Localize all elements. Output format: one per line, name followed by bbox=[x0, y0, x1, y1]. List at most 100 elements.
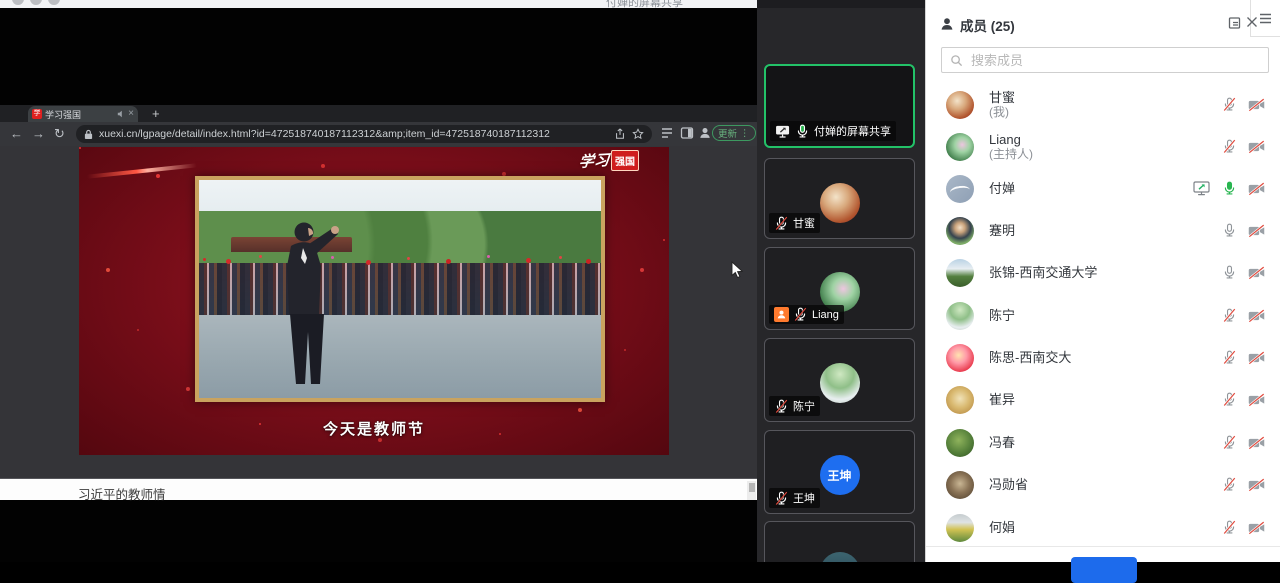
video-tile[interactable]: 陈宁 bbox=[764, 338, 915, 422]
camera-off-icon[interactable] bbox=[1248, 478, 1265, 492]
camera-off-icon[interactable] bbox=[1248, 309, 1265, 323]
side-panel-icon[interactable] bbox=[680, 126, 694, 140]
camera-off-icon[interactable] bbox=[1248, 266, 1265, 280]
mic-icon[interactable] bbox=[1222, 520, 1237, 535]
xuexi-logo: 学习 强国 bbox=[579, 150, 639, 171]
members-panel: 成员 (25) 甘蜜 (我) Liang (主持人) bbox=[925, 0, 1280, 562]
reload-button[interactable]: ↻ bbox=[54, 126, 65, 142]
menu-dots-icon[interactable]: ⋮ bbox=[740, 128, 750, 139]
mic-icon bbox=[795, 124, 810, 139]
member-row[interactable]: 陈思-西南交大 bbox=[926, 336, 1280, 379]
window-minimize-button[interactable] bbox=[30, 0, 42, 5]
mic-icon[interactable] bbox=[1222, 139, 1237, 154]
member-row[interactable]: Liang (主持人) bbox=[926, 125, 1280, 168]
member-row[interactable]: 张锦-西南交通大学 bbox=[926, 251, 1280, 294]
video-player[interactable]: 学习 强国 bbox=[79, 147, 669, 455]
mic-icon[interactable] bbox=[1222, 181, 1237, 196]
forward-button[interactable]: → bbox=[32, 126, 45, 142]
new-tab-button[interactable]: + bbox=[152, 106, 160, 121]
member-row[interactable]: 陈宁 bbox=[926, 294, 1280, 337]
member-row[interactable]: 蹇明 bbox=[926, 209, 1280, 252]
member-row[interactable]: 何娟 bbox=[926, 506, 1280, 549]
mic-icon bbox=[774, 216, 789, 231]
member-name: 付婵 bbox=[989, 181, 1193, 196]
member-avatar bbox=[946, 386, 974, 414]
panel-header: 成员 (25) bbox=[926, 10, 1252, 38]
member-name: 冯春 bbox=[989, 435, 1222, 450]
sparkle-effects bbox=[79, 147, 81, 149]
window-close-button[interactable] bbox=[12, 0, 24, 5]
back-button[interactable]: ← bbox=[10, 126, 23, 142]
browser-tab[interactable]: 学 学习强国 × bbox=[28, 106, 138, 122]
mic-icon[interactable] bbox=[1222, 97, 1237, 112]
video-tile[interactable]: 王坤 王坤 bbox=[764, 430, 915, 514]
article-title: 习近平的教师情 bbox=[78, 484, 166, 503]
shared-screen-view[interactable]: 学 学习强国 × + ← → ↻ xuexi.cn/lgpage/detail/… bbox=[0, 8, 757, 562]
video-tile[interactable]: 甘蜜 bbox=[764, 158, 915, 239]
member-avatar bbox=[946, 302, 974, 330]
mic-icon[interactable] bbox=[1222, 392, 1237, 407]
tile-name: 陈宁 bbox=[793, 398, 815, 414]
window-maximize-button[interactable] bbox=[48, 0, 60, 5]
tile-avatar: 王坤 bbox=[820, 455, 860, 495]
mic-icon[interactable] bbox=[1222, 265, 1237, 280]
member-row[interactable]: 付婵 bbox=[926, 167, 1280, 210]
camera-off-icon[interactable] bbox=[1248, 140, 1265, 154]
member-role: (我) bbox=[989, 105, 1222, 119]
mic-icon[interactable] bbox=[1222, 477, 1237, 492]
tab-audio-icon[interactable] bbox=[117, 110, 125, 118]
mic-icon[interactable] bbox=[1222, 308, 1237, 323]
popout-panel-icon[interactable] bbox=[1228, 16, 1242, 30]
page-scrollbar[interactable] bbox=[747, 481, 756, 500]
video-tile[interactable] bbox=[764, 521, 915, 562]
camera-off-icon[interactable] bbox=[1248, 351, 1265, 365]
camera-off-icon[interactable] bbox=[1248, 521, 1265, 535]
browser-window: 学 学习强国 × + ← → ↻ xuexi.cn/lgpage/detail/… bbox=[0, 105, 757, 500]
tile-label: 陈宁 bbox=[769, 396, 820, 416]
tab-title: 学习强国 bbox=[45, 108, 114, 121]
reading-list-icon[interactable] bbox=[660, 126, 674, 140]
tab-close-icon[interactable]: × bbox=[128, 109, 134, 119]
member-row[interactable]: 甘蜜 (我) bbox=[926, 83, 1280, 126]
member-search-box[interactable] bbox=[941, 47, 1269, 73]
camera-off-icon[interactable] bbox=[1248, 182, 1265, 196]
mic-icon[interactable] bbox=[1222, 223, 1237, 238]
hamburger-menu-icon[interactable] bbox=[1259, 13, 1272, 24]
member-avatar bbox=[946, 175, 974, 203]
member-avatar bbox=[946, 259, 974, 287]
search-input[interactable] bbox=[969, 52, 1260, 69]
profile-avatar-icon[interactable] bbox=[698, 126, 712, 145]
meeting-topbar: 付婵的屏幕共享 bbox=[0, 0, 757, 8]
close-panel-icon[interactable] bbox=[1246, 16, 1258, 28]
camera-off-icon[interactable] bbox=[1248, 224, 1265, 238]
member-row[interactable]: 冯春 bbox=[926, 421, 1280, 464]
mic-icon bbox=[774, 491, 789, 506]
address-bar[interactable]: xuexi.cn/lgpage/detail/index.html?id=472… bbox=[76, 125, 652, 143]
tile-label: 王坤 bbox=[769, 488, 820, 508]
camera-off-icon[interactable] bbox=[1248, 436, 1265, 450]
bookmark-star-icon[interactable] bbox=[632, 128, 644, 140]
member-row[interactable]: 冯勋省 bbox=[926, 463, 1280, 506]
update-label: 更新 bbox=[718, 126, 737, 140]
tile-avatar bbox=[820, 183, 860, 223]
member-name: 崔异 bbox=[989, 392, 1222, 407]
member-row[interactable]: 崔异 bbox=[926, 378, 1280, 421]
chrome-update-button[interactable]: 更新 ⋮ bbox=[712, 125, 756, 141]
member-avatar bbox=[946, 344, 974, 372]
screen-sharing-icon bbox=[775, 125, 791, 138]
site-favicon: 学 bbox=[32, 109, 42, 119]
video-caption: 今天是教师节 bbox=[79, 418, 669, 439]
camera-off-icon[interactable] bbox=[1248, 393, 1265, 407]
video-tile[interactable]: Liang bbox=[764, 247, 915, 330]
member-name: 陈宁 bbox=[989, 308, 1222, 323]
video-thumbnails-column: 付婵的屏幕共享 甘蜜 Liang 陈宁 bbox=[757, 8, 925, 562]
panel-divider bbox=[926, 546, 1280, 547]
members-icon bbox=[939, 16, 955, 37]
member-name: 陈思-西南交大 bbox=[989, 350, 1222, 365]
video-tile[interactable]: 付婵的屏幕共享 bbox=[764, 64, 915, 148]
camera-off-icon[interactable] bbox=[1248, 98, 1265, 112]
mic-icon[interactable] bbox=[1222, 435, 1237, 450]
share-page-icon[interactable] bbox=[614, 128, 626, 140]
bottom-action-button[interactable] bbox=[1071, 557, 1137, 583]
mic-icon[interactable] bbox=[1222, 350, 1237, 365]
